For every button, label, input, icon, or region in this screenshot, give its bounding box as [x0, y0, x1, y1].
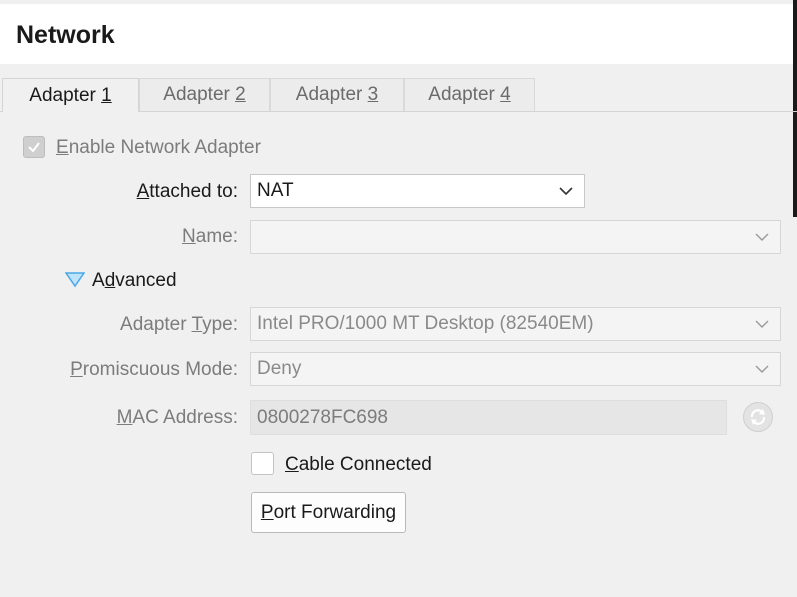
- enable-adapter-label[interactable]: Enable Network Adapter: [56, 137, 261, 159]
- promiscuous-mode-value: Deny: [257, 358, 302, 379]
- refresh-mac-button[interactable]: [743, 402, 773, 432]
- cable-connected-checkbox[interactable]: [251, 452, 274, 475]
- attached-to-rest: ttached to:: [149, 181, 238, 202]
- promiscuous-mode-label: Promiscuous Mode:: [70, 359, 238, 381]
- mac-address-value: 0800278FC698: [257, 406, 388, 428]
- triangle-down-icon[interactable]: [65, 272, 85, 288]
- refresh-icon: [750, 409, 766, 425]
- mac-address-rest: AC Address:: [132, 407, 238, 428]
- enable-adapter-key: E: [56, 137, 69, 158]
- name-select[interactable]: [250, 220, 781, 254]
- chevron-down-icon: [755, 365, 769, 373]
- adapter-type-rest: ype:: [202, 314, 238, 335]
- advanced-toggle[interactable]: Advanced: [92, 270, 177, 292]
- tab-label-prefix: Adapter: [295, 84, 368, 105]
- adapter-type-pre: Adapter: [120, 314, 192, 335]
- cable-connected-key: C: [285, 454, 299, 475]
- tab-label-key: 3: [367, 84, 379, 105]
- mac-address-key: M: [116, 407, 133, 428]
- attached-to-label: Attached to:: [137, 181, 238, 203]
- tab-label-key: 4: [500, 84, 511, 105]
- mac-address-label: MAC Address:: [117, 407, 238, 429]
- adapter-type-value: Intel PRO/1000 MT Desktop (82540EM): [257, 313, 594, 334]
- tab-label-prefix: Adapter: [428, 84, 501, 105]
- advanced-key: d: [104, 270, 116, 291]
- page-title: Network: [16, 21, 115, 49]
- chevron-down-icon: [755, 233, 769, 241]
- name-label: Name:: [182, 226, 238, 248]
- cable-connected-label[interactable]: Cable Connected: [285, 454, 432, 476]
- chevron-down-icon: [755, 320, 769, 328]
- attached-to-key: A: [136, 181, 150, 202]
- tab-label-prefix: Adapter: [29, 84, 102, 106]
- attached-to-value: NAT: [257, 180, 294, 201]
- adapter-type-select[interactable]: Intel PRO/1000 MT Desktop (82540EM): [250, 307, 781, 341]
- checkmark-icon: [28, 142, 40, 153]
- port-forwarding-rest: ort Forwarding: [273, 501, 397, 523]
- enable-adapter-rest: nable Network Adapter: [68, 137, 261, 158]
- adapter-type-label: Adapter Type:: [120, 314, 238, 336]
- enable-adapter-checkbox[interactable]: [23, 136, 45, 158]
- tab-adapter-1[interactable]: Adapter 1: [2, 78, 139, 112]
- advanced-pre: A: [92, 270, 105, 291]
- name-key: N: [182, 226, 196, 247]
- page-header: Network: [0, 4, 797, 64]
- promiscuous-mode-rest: romiscuous Mode:: [82, 359, 238, 380]
- adapter-type-key: T: [191, 314, 203, 335]
- tab-adapter-4[interactable]: Adapter 4: [404, 78, 535, 111]
- tab-label-key: 2: [235, 84, 246, 105]
- promiscuous-mode-select[interactable]: Deny: [250, 352, 781, 386]
- name-rest: ame:: [195, 226, 238, 247]
- adapter-tab-bar: Adapter 1 Adapter 2 Adapter 3 Adapter 4: [0, 78, 797, 112]
- tab-label-prefix: Adapter: [163, 84, 236, 105]
- attached-to-select[interactable]: NAT: [250, 174, 585, 208]
- advanced-rest: vanced: [115, 270, 177, 291]
- tab-adapter-2[interactable]: Adapter 2: [139, 78, 270, 111]
- mac-address-field[interactable]: 0800278FC698: [250, 400, 727, 435]
- tab-adapter-3[interactable]: Adapter 3: [270, 78, 404, 111]
- chevron-down-icon: [559, 187, 573, 196]
- port-forwarding-button[interactable]: Port Forwarding: [251, 492, 406, 533]
- port-forwarding-key: P: [260, 501, 274, 523]
- cable-connected-rest: able Connected: [298, 454, 432, 475]
- tab-label-key: 1: [101, 84, 112, 106]
- promiscuous-mode-key: P: [70, 359, 83, 380]
